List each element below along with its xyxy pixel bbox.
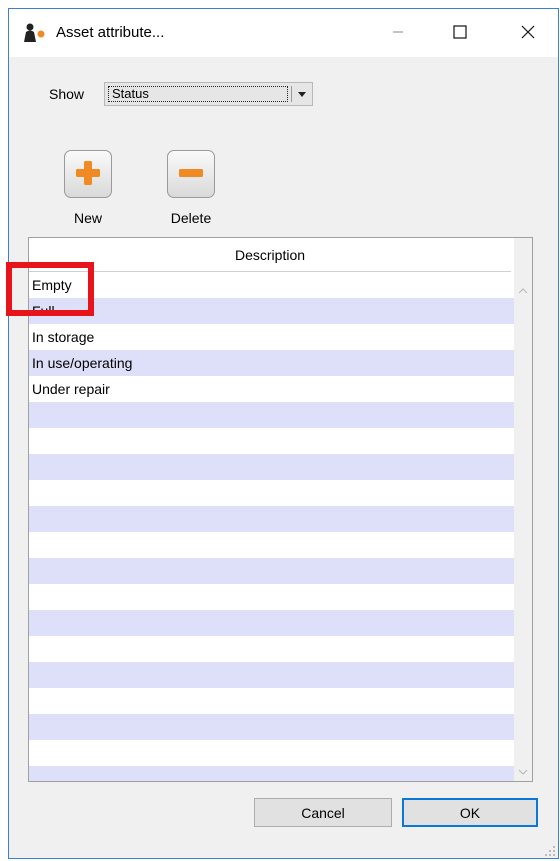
table-row[interactable]: In storage bbox=[29, 324, 514, 350]
empty-row bbox=[29, 428, 514, 454]
title-bar: Asset attribute... bbox=[9, 9, 558, 57]
empty-row bbox=[29, 740, 514, 766]
empty-row bbox=[29, 454, 514, 480]
table-row[interactable]: Under repair bbox=[29, 376, 514, 402]
empty-row bbox=[29, 506, 514, 532]
delete-button-label: Delete bbox=[170, 210, 212, 226]
empty-row bbox=[29, 662, 514, 688]
vertical-scrollbar[interactable] bbox=[514, 238, 532, 781]
table-row[interactable]: Full bbox=[29, 298, 514, 324]
close-icon bbox=[521, 25, 535, 42]
table-row[interactable]: Empty bbox=[29, 272, 514, 298]
empty-row bbox=[29, 714, 514, 740]
new-button-label: New bbox=[73, 210, 102, 226]
show-dropdown[interactable]: Status bbox=[104, 82, 313, 106]
delete-button[interactable] bbox=[167, 150, 215, 198]
empty-row bbox=[29, 532, 514, 558]
minus-icon bbox=[176, 158, 206, 191]
maximize-button[interactable] bbox=[437, 9, 483, 57]
empty-row bbox=[29, 688, 514, 714]
table-row[interactable]: In use/operating bbox=[29, 350, 514, 376]
window-title: Asset attribute... bbox=[56, 24, 165, 41]
annotation-highlight-box bbox=[6, 262, 94, 316]
dropdown-arrow-icon bbox=[295, 87, 309, 101]
empty-row bbox=[29, 610, 514, 636]
cancel-button[interactable]: Cancel bbox=[254, 798, 392, 827]
empty-row bbox=[29, 558, 514, 584]
minimize-button[interactable] bbox=[375, 9, 421, 57]
table-rows: Empty Full In storage In use/operating U… bbox=[29, 272, 514, 781]
maximize-icon bbox=[453, 24, 467, 42]
ok-button[interactable]: OK bbox=[402, 798, 538, 827]
show-label: Show bbox=[49, 86, 85, 102]
empty-row bbox=[29, 480, 514, 506]
dropdown-divider bbox=[291, 86, 292, 102]
empty-row bbox=[29, 636, 514, 662]
show-dropdown-value: Status bbox=[108, 86, 288, 102]
resize-grip-icon[interactable] bbox=[544, 844, 556, 856]
close-button[interactable] bbox=[505, 9, 551, 57]
empty-row bbox=[29, 584, 514, 610]
app-figure-icon bbox=[23, 23, 47, 43]
attribute-table: Description Empty Full In storage In use… bbox=[28, 237, 533, 782]
minimize-icon bbox=[392, 25, 404, 41]
new-button[interactable] bbox=[64, 150, 112, 198]
empty-row bbox=[29, 402, 514, 428]
empty-row bbox=[29, 766, 514, 781]
plus-icon bbox=[73, 158, 103, 191]
asset-attribute-dialog: Asset attribute... Show Status New Delet… bbox=[8, 8, 559, 859]
scroll-down-icon[interactable] bbox=[514, 763, 532, 781]
column-header-description[interactable]: Description bbox=[29, 238, 511, 272]
scroll-up-icon[interactable] bbox=[514, 282, 532, 300]
